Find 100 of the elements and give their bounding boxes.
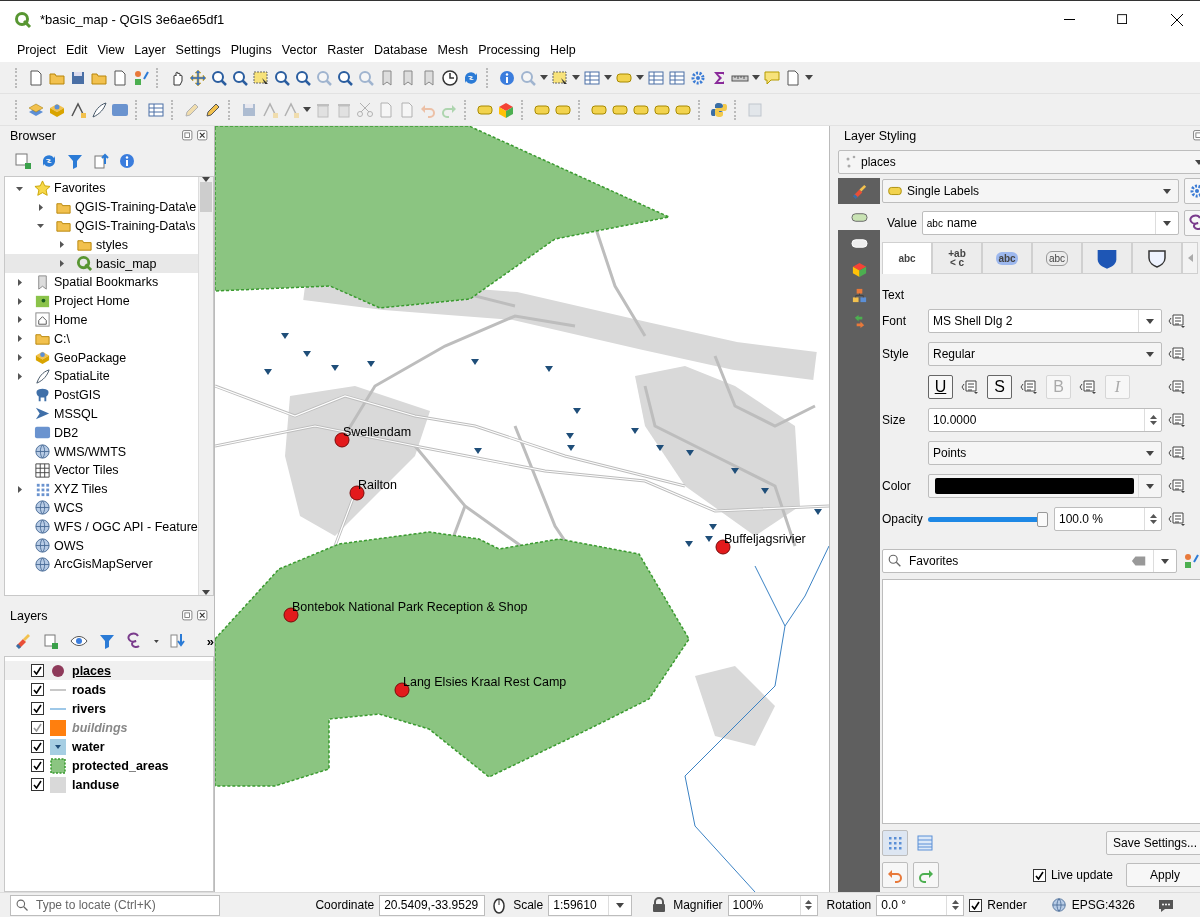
live-update-checkbox[interactable]	[1032, 868, 1046, 882]
collapsed-arrow-icon[interactable]	[15, 296, 24, 306]
tab[interactable]: abc	[982, 242, 1032, 274]
legend-entry[interactable]: landuse	[5, 775, 213, 794]
legend-entry[interactable]: protected_areas	[5, 756, 213, 775]
tree-item[interactable]: DB2	[5, 423, 198, 443]
move-arrows-icon[interactable]	[189, 68, 207, 87]
color-button[interactable]	[928, 474, 1162, 498]
collapsed-arrow-icon[interactable]	[15, 484, 24, 494]
collapsed-arrow-icon[interactable]	[15, 353, 24, 363]
spin-arrows-icon[interactable]	[951, 899, 959, 911]
tree-item[interactable]: styles	[5, 235, 198, 255]
icon-view-button[interactable]	[882, 830, 908, 856]
speech-balloon-icon[interactable]	[763, 68, 781, 87]
locate-search-box[interactable]: Type to locate (Ctrl+K)	[10, 894, 220, 916]
paint-brush-icon[interactable]	[14, 632, 32, 650]
cube-icon[interactable]	[497, 100, 515, 119]
layer-checkbox[interactable]	[31, 683, 44, 696]
magnifier-icon[interactable]	[336, 68, 354, 87]
magnifier-icon[interactable]	[273, 68, 291, 87]
tree-item[interactable]: Project Home	[5, 291, 198, 311]
funnel-icon[interactable]	[98, 632, 116, 650]
tree-item[interactable]: WMS/WMTS	[5, 442, 198, 461]
tree-item[interactable]: Spatial Bookmarks	[5, 273, 198, 292]
more-tools-button[interactable]: »	[206, 633, 214, 649]
layer-checkbox[interactable]	[31, 702, 44, 715]
tree-item[interactable]: Home	[5, 310, 198, 330]
menu-item[interactable]: Database	[369, 41, 433, 59]
table-icon[interactable]	[583, 68, 601, 87]
legend-entry[interactable]: water	[5, 737, 213, 756]
renderer-dropdown[interactable]: Single Labels	[882, 179, 1179, 203]
layer-checkbox[interactable]	[31, 721, 44, 734]
undo-button[interactable]	[882, 862, 908, 888]
legend-entry[interactable]: roads	[5, 680, 213, 699]
data-defined-icon[interactable]	[1168, 312, 1186, 330]
legend-entry[interactable]: places	[5, 661, 213, 680]
style-dropdown[interactable]: Regular	[928, 342, 1162, 366]
save-settings-button[interactable]: Save Settings...	[1105, 831, 1200, 855]
blank-page-icon[interactable]	[27, 68, 45, 87]
tree-item[interactable]: basic_map	[5, 254, 198, 273]
add-group-icon[interactable]	[42, 632, 60, 650]
slider-handle[interactable]	[1037, 511, 1048, 527]
feather-icon[interactable]	[90, 100, 108, 119]
table-icon[interactable]	[647, 68, 665, 87]
globe-icon[interactable]	[1050, 897, 1067, 913]
menu-item[interactable]: View	[92, 41, 130, 59]
tree-item[interactable]: ArcGisMapServer	[5, 554, 198, 574]
spin-arrows-icon[interactable]	[805, 899, 813, 911]
tree-item[interactable]: Vector Tiles	[5, 460, 198, 480]
add-square-icon[interactable]	[14, 152, 32, 170]
data-defined-icon[interactable]	[1168, 378, 1186, 396]
info-icon[interactable]	[118, 152, 136, 170]
tab[interactable]: abc	[1032, 242, 1082, 274]
tree-item[interactable]: PostGIS	[5, 385, 198, 405]
close-icon[interactable]	[196, 609, 210, 623]
data-defined-icon[interactable]	[1168, 477, 1186, 495]
refresh-icon[interactable]	[40, 152, 58, 170]
menu-item[interactable]: Processing	[473, 41, 545, 59]
font-dropdown[interactable]: MS Shell Dlg 2	[928, 309, 1162, 333]
collapsed-arrow-icon[interactable]	[15, 334, 24, 344]
collapsed-arrow-icon[interactable]	[57, 240, 66, 250]
locate-field[interactable]: Type to locate (Ctrl+K)	[34, 897, 208, 913]
clock-icon[interactable]	[441, 68, 459, 87]
data-defined-icon[interactable]	[1168, 510, 1186, 528]
menu-item[interactable]: Help	[545, 41, 581, 59]
tree-item[interactable]: GeoPackage	[5, 348, 198, 367]
collapsed-arrow-icon[interactable]	[36, 202, 45, 212]
data-defined-icon[interactable]	[1079, 378, 1097, 396]
tree-item[interactable]: QGIS-Training-Data\s	[5, 216, 198, 236]
blank-page-icon[interactable]	[784, 68, 802, 87]
layer-checkbox[interactable]	[31, 740, 44, 753]
tree-item[interactable]: Favorites	[5, 179, 198, 198]
magnifier-icon[interactable]	[294, 68, 312, 87]
funnel-icon[interactable]	[66, 152, 84, 170]
tree-item[interactable]: WFS / OGC API - Feature	[5, 517, 198, 537]
tree-item[interactable]: OWS	[5, 536, 198, 555]
render-checkbox[interactable]	[969, 898, 983, 912]
data-defined-icon[interactable]	[1168, 411, 1186, 429]
unit-dropdown[interactable]: Points	[928, 441, 1162, 465]
menu-item[interactable]: Edit	[60, 41, 93, 59]
tree-item[interactable]: MSSQL	[5, 404, 198, 424]
symbol-search-field[interactable]: Favorites	[882, 549, 1177, 573]
tab-scroll-left-button[interactable]	[1182, 242, 1198, 274]
menu-item[interactable]: Raster	[322, 41, 370, 59]
data-defined-icon[interactable]	[1020, 378, 1038, 396]
menu-item[interactable]: Vector	[276, 41, 323, 59]
collapsed-arrow-icon[interactable]	[15, 277, 24, 287]
layer-checkbox[interactable]	[31, 664, 44, 677]
data-defined-icon[interactable]	[1168, 444, 1186, 462]
blank-page-icon[interactable]	[111, 68, 129, 87]
arrow-down-icon[interactable]	[168, 632, 187, 650]
value-field[interactable]: abc name	[921, 211, 1179, 235]
coordinate-field[interactable]: 20.5409,-33.9529	[379, 894, 486, 916]
layer-dropdown[interactable]: places	[838, 150, 1200, 174]
redo-button[interactable]	[913, 862, 939, 888]
tab[interactable]	[1082, 242, 1132, 274]
tab[interactable]: +ab < c	[932, 242, 982, 274]
legend-entry[interactable]: rivers	[5, 699, 213, 718]
data-defined-icon[interactable]	[1168, 345, 1186, 363]
tab[interactable]	[1132, 242, 1182, 274]
